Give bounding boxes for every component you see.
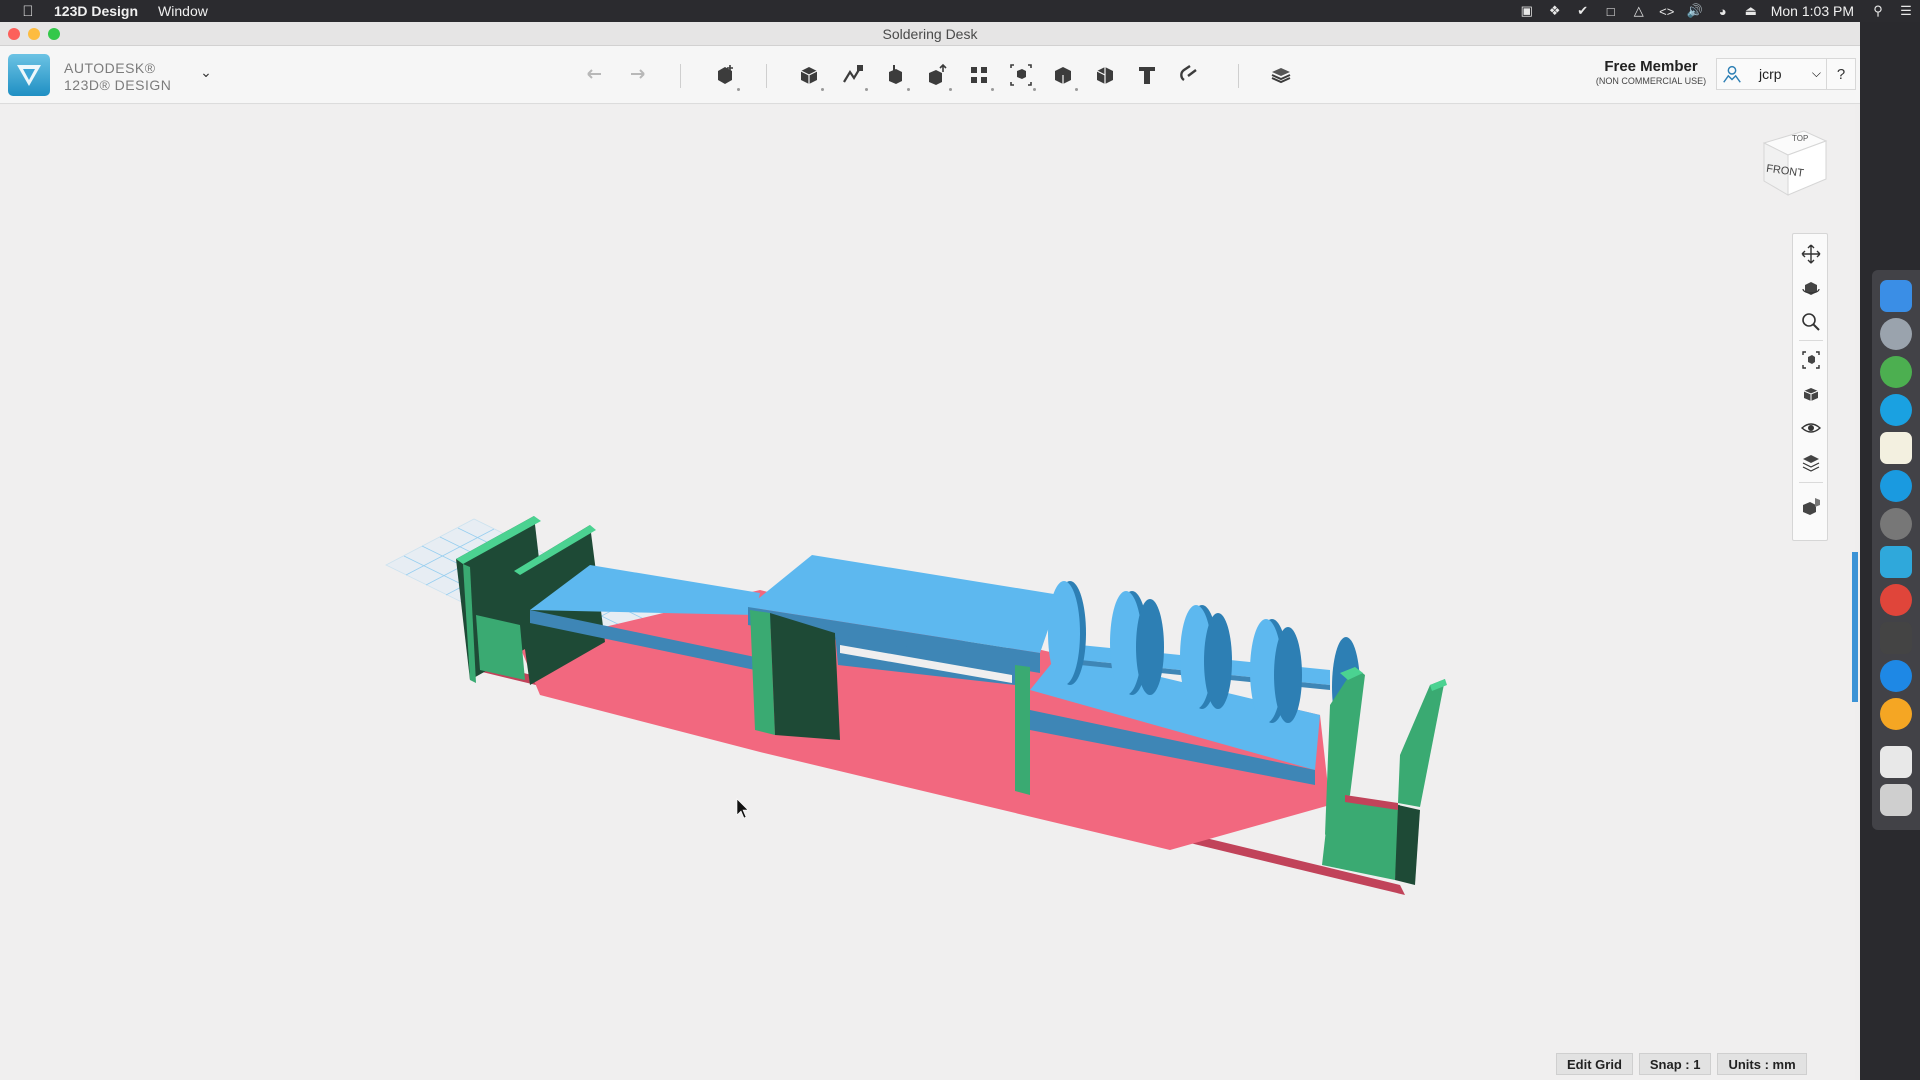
menubar-tray: ▣ ❖ ✔ □ △ <> 🔊 ◕ ⏏ Mon 1:03 PM ⚲ ☰: [1513, 0, 1920, 22]
screen-record-icon[interactable]: ▣: [1513, 0, 1541, 22]
measure-icon[interactable]: [1088, 58, 1122, 92]
system-preferences-icon[interactable]: [1880, 508, 1912, 540]
edit-grid-button[interactable]: Edit Grid: [1556, 1053, 1633, 1075]
viewcube[interactable]: TOP FRONT: [1756, 121, 1836, 201]
123d-design-dock-icon[interactable]: [1880, 546, 1912, 578]
app-logo-icon[interactable]: [8, 54, 50, 96]
menubar-window[interactable]: Window: [158, 3, 208, 19]
check-icon[interactable]: ✔: [1569, 0, 1597, 22]
construct-icon[interactable]: [878, 58, 912, 92]
apple-icon[interactable]: : [10, 3, 46, 20]
side-panel-handle[interactable]: [1852, 552, 1858, 702]
member-title: Free Member: [1604, 58, 1698, 75]
notes-icon[interactable]: [1880, 432, 1912, 464]
window-title: Soldering Desk: [882, 26, 978, 42]
viewcube-top-label[interactable]: TOP: [1792, 134, 1808, 143]
skype-icon[interactable]: [1880, 394, 1912, 426]
grouping-icon[interactable]: [1004, 58, 1038, 92]
main-toolbar: AUTODESK® 123D® DESIGN ⌄ Free Member (NO…: [0, 46, 1860, 104]
airplay-icon[interactable]: △: [1625, 0, 1653, 22]
menubar-app-name[interactable]: 123D Design: [54, 3, 138, 19]
teamviewer-icon[interactable]: [1880, 660, 1912, 692]
menubar-clock[interactable]: Mon 1:03 PM: [1771, 3, 1854, 19]
snap-icon[interactable]: [1172, 58, 1206, 92]
macos-dock: [1872, 270, 1920, 830]
user-menu[interactable]: jcrp ⌵: [1716, 58, 1828, 90]
launchpad-icon[interactable]: [1880, 318, 1912, 350]
transform-icon[interactable]: [708, 58, 742, 92]
text-icon[interactable]: [1130, 58, 1164, 92]
toolbar-separator: [680, 64, 681, 88]
toolbar-separator: [766, 64, 767, 88]
dropbox-icon[interactable]: ❖: [1541, 0, 1569, 22]
code-icon[interactable]: <>: [1653, 0, 1681, 22]
brand-autodesk: AUTODESK®: [64, 60, 156, 76]
orbit-icon[interactable]: [1797, 274, 1825, 302]
grid-view-icon[interactable]: [1797, 448, 1825, 476]
navigation-panel: [1792, 233, 1828, 541]
window-minimize-button[interactable]: [28, 28, 40, 40]
object-icon[interactable]: [1797, 492, 1825, 520]
undo-icon[interactable]: [578, 58, 612, 92]
visibility-icon[interactable]: [1797, 414, 1825, 442]
user-avatar-icon: [1717, 59, 1747, 89]
membership-status: Free Member (NON COMMERCIAL USE): [1586, 58, 1716, 86]
c-app-icon[interactable]: [1880, 470, 1912, 502]
modify-icon[interactable]: [920, 58, 954, 92]
photos-icon[interactable]: [1880, 698, 1912, 730]
3d-viewport[interactable]: TOP FRONT Edit Grid Snap: 1 Units: mm: [0, 105, 1855, 1080]
help-button[interactable]: ?: [1826, 58, 1856, 90]
member-subtitle: (NON COMMERCIAL USE): [1595, 76, 1707, 86]
notification-center-icon[interactable]: ☰: [1892, 0, 1920, 22]
toolbar-separator: [1238, 64, 1239, 88]
views-icon[interactable]: [1797, 380, 1825, 408]
units-selector[interactable]: Units : mm: [1717, 1053, 1807, 1075]
sketch-icon[interactable]: [836, 58, 870, 92]
app-window: Soldering Desk AUTODESK® 123D® DESIGN ⌄: [0, 22, 1860, 1080]
volume-icon[interactable]: 🔊: [1681, 0, 1709, 22]
window-close-button[interactable]: [8, 28, 20, 40]
downloads-stack-icon[interactable]: [1880, 746, 1912, 778]
spotlight-icon[interactable]: ⚲: [1864, 0, 1892, 22]
brand-123d-design: 123D® DESIGN: [64, 77, 172, 93]
window-zoom-button[interactable]: [48, 28, 60, 40]
snap-selector[interactable]: Snap : 1: [1638, 1053, 1712, 1075]
macos-menubar:  123D Design Window ▣ ❖ ✔ □ △ <> 🔊 ◕ ⏏ …: [0, 0, 1920, 22]
chrome-icon[interactable]: [1880, 584, 1912, 616]
trash-icon[interactable]: [1880, 784, 1912, 816]
material-icon[interactable]: [1264, 58, 1298, 92]
eject-icon[interactable]: ⏏: [1737, 0, 1765, 22]
pattern-icon[interactable]: [962, 58, 996, 92]
pan-icon[interactable]: [1797, 240, 1825, 268]
wifi-icon[interactable]: ◕: [1709, 0, 1737, 22]
main-menu-chevron-icon[interactable]: ⌄: [196, 64, 216, 84]
3d-scene[interactable]: [0, 105, 1855, 1080]
final-cut-icon[interactable]: [1880, 622, 1912, 654]
mouse-cursor-icon: [736, 798, 749, 819]
redo-icon[interactable]: [620, 58, 654, 92]
primitives-icon[interactable]: [792, 58, 826, 92]
user-menu-chevron-icon: ⌵: [1811, 66, 1821, 80]
window-titlebar: Soldering Desk: [0, 22, 1860, 46]
status-bar: Edit Grid Snap : 1 Units : mm: [1556, 1053, 1807, 1075]
fit-icon[interactable]: [1797, 346, 1825, 374]
leaf-app-icon[interactable]: [1880, 356, 1912, 388]
combine-icon[interactable]: [1046, 58, 1080, 92]
zoom-icon[interactable]: [1797, 308, 1825, 336]
username: jcrp: [1759, 66, 1782, 82]
right-end-panels[interactable]: [1322, 667, 1447, 885]
finder-icon[interactable]: [1880, 280, 1912, 312]
skype-tray-icon[interactable]: □: [1597, 0, 1625, 22]
